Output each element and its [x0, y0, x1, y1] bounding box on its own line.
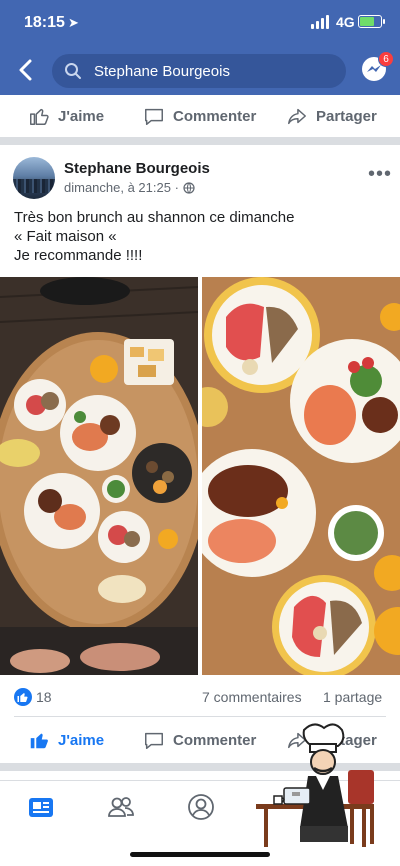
shares-count[interactable]: 1 partage [323, 689, 382, 705]
post-photo-plates[interactable] [202, 277, 400, 675]
post-timestamp[interactable]: dimanche, à 21:25 · [64, 180, 179, 195]
status-bar: 18:15 ➤ 4G [0, 0, 400, 46]
post-text-line: Très bon brunch au shannon ce dimanche [14, 209, 295, 226]
profile-icon[interactable] [187, 793, 215, 821]
feed-divider [0, 137, 400, 145]
share-button[interactable]: Partager [286, 95, 377, 137]
thumbs-up-icon [30, 733, 48, 749]
share-label: Partager [316, 107, 377, 125]
back-icon[interactable] [14, 56, 38, 84]
more-icon[interactable]: ••• [368, 163, 392, 186]
network-type: 4G [336, 14, 355, 30]
globe-icon [183, 181, 195, 194]
reactions-summary: 18 7 commentaires 1 partage [0, 683, 400, 713]
comment-label: Commenter [173, 731, 257, 749]
thumbs-up-icon [14, 688, 32, 706]
status-time: 18:15 [24, 14, 65, 31]
like-label: J'aime [58, 107, 105, 125]
reaction-count[interactable]: 18 [36, 689, 52, 705]
search-input[interactable]: Stephane Bourgeois [52, 54, 346, 88]
messenger-badge: 6 [378, 51, 394, 67]
location-arrow-icon: ➤ [68, 15, 79, 30]
like-button-active[interactable]: J'aime [28, 719, 104, 761]
post-text-line: « Fait maison « [14, 228, 117, 245]
like-label: J'aime [58, 731, 105, 749]
comment-icon [145, 108, 163, 125]
post-meta: dimanche, à 21:25 · [64, 180, 195, 195]
reactions-divider [14, 716, 386, 717]
author-avatar[interactable] [13, 157, 55, 199]
post-author[interactable]: Stephane Bourgeois [64, 160, 210, 177]
news-feed-icon[interactable] [27, 793, 55, 821]
comment-button[interactable]: Commenter [143, 95, 256, 137]
messenger-icon[interactable]: 6 [360, 51, 394, 84]
top-header: 18:15 ➤ 4G Stephane Bourgeois 6 [0, 0, 400, 95]
post-photo-table[interactable] [0, 277, 198, 675]
previous-post-actions: J'aime Commenter Partager [0, 95, 400, 137]
battery-icon [358, 15, 385, 28]
post-text: Très bon brunch au shannon ce dimanche «… [14, 208, 384, 265]
post-text-line: Je recommande !!!! [14, 247, 143, 264]
comments-count[interactable]: 7 commentaires [202, 689, 302, 705]
comment-icon [145, 732, 163, 749]
share-icon [288, 108, 306, 125]
search-icon [64, 62, 82, 80]
friends-icon[interactable] [107, 793, 135, 821]
search-text: Stephane Bourgeois [94, 63, 230, 80]
chef-logo [252, 718, 382, 848]
like-button[interactable]: J'aime [28, 95, 104, 137]
comment-label: Commenter [173, 107, 257, 125]
signal-icon [311, 15, 331, 29]
thumbs-up-icon [30, 108, 49, 125]
comment-button[interactable]: Commenter [143, 719, 256, 761]
home-indicator [130, 852, 270, 857]
